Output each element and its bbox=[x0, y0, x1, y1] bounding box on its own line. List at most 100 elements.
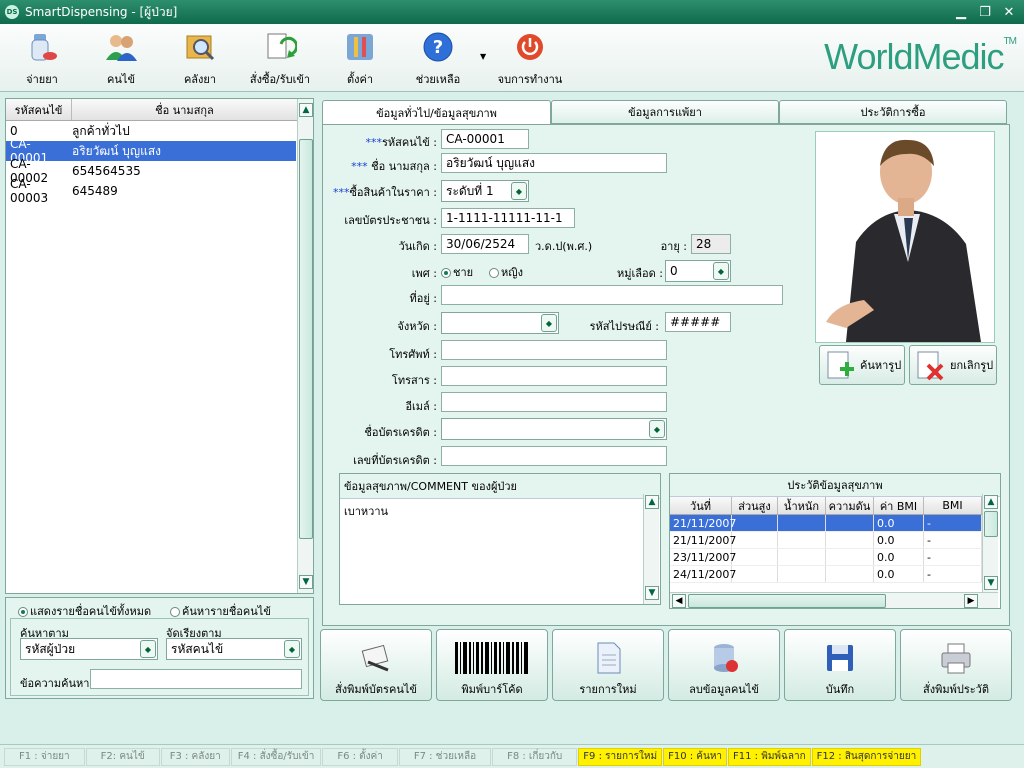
scroll-up-icon[interactable]: ▲ bbox=[984, 495, 998, 509]
chevron-updown-icon[interactable]: ◆ bbox=[541, 314, 557, 332]
comment-scrollbar[interactable]: ▲ ▼ bbox=[643, 494, 659, 604]
patient-portrait-image bbox=[816, 132, 994, 342]
column-bmi-value[interactable]: ค่า BMI bbox=[874, 497, 924, 514]
column-height[interactable]: ส่วนสูง bbox=[732, 497, 778, 514]
radio-icon bbox=[170, 607, 180, 617]
chevron-updown-icon[interactable]: ◆ bbox=[511, 182, 527, 200]
credit-card-name-combo[interactable]: ◆ bbox=[441, 418, 667, 440]
scroll-right-icon[interactable]: ▶ bbox=[964, 594, 978, 608]
toolbar-stock-button[interactable]: คลังยา bbox=[160, 30, 240, 88]
age-label: อายุ : bbox=[660, 240, 687, 253]
toolbar-settings-button[interactable]: ตั้งค่า bbox=[320, 30, 400, 88]
toolbar-order-button[interactable]: สั่งซื้อ/รับเข้า bbox=[240, 30, 320, 88]
price-level-label: ซื้อสินค้าในราคา : bbox=[349, 186, 437, 199]
shortcut-f4: F4 : สั่งซื้อ/รับเข้า bbox=[230, 747, 322, 766]
cancel-photo-button[interactable]: ยกเลิกรูป bbox=[909, 345, 997, 385]
status-bar: F1 : จ่ายยา F2: คนไข้ F3 : คลังยา F4 : ส… bbox=[0, 744, 1024, 768]
health-row[interactable]: 24/11/2007 0.0- bbox=[670, 566, 982, 583]
order-receive-icon bbox=[263, 30, 299, 64]
print-barcode-button[interactable]: พิมพ์บาร์โค้ด bbox=[436, 629, 548, 701]
health-row[interactable]: 21/11/2007 0.0- bbox=[670, 532, 982, 549]
close-icon[interactable]: ✕ bbox=[998, 2, 1020, 22]
birthdate-field[interactable]: 30/06/2524 bbox=[441, 234, 529, 254]
chevron-updown-icon[interactable]: ◆ bbox=[140, 640, 156, 658]
column-date[interactable]: วันที่ bbox=[670, 497, 732, 514]
blood-group-combo[interactable]: 0 ◆ bbox=[665, 260, 731, 282]
radio-selected-icon bbox=[18, 607, 28, 617]
address-field[interactable] bbox=[441, 285, 783, 305]
scroll-up-icon[interactable]: ▲ bbox=[299, 103, 313, 117]
chevron-updown-icon[interactable]: ◆ bbox=[649, 420, 665, 438]
name-label: ชื่อ นามสกุล : bbox=[367, 160, 437, 173]
email-field[interactable] bbox=[441, 392, 667, 412]
health-hscrollbar[interactable]: ◀ ▶ bbox=[670, 592, 998, 608]
column-weight[interactable]: น้ำหนัก bbox=[778, 497, 826, 514]
search-by-combo[interactable]: รหัสผู้ป่วย ◆ bbox=[20, 638, 158, 660]
help-dropdown-icon[interactable]: ▼ bbox=[480, 52, 486, 61]
scroll-thumb[interactable] bbox=[688, 594, 886, 608]
shortcut-f9: F9 : รายการใหม่ bbox=[578, 747, 663, 766]
column-patient-name[interactable]: ชื่อ นามสกุล bbox=[72, 99, 298, 120]
price-level-combo[interactable]: ระดับที่ 1 ◆ bbox=[441, 180, 529, 202]
comment-title: ข้อมูลสุขภาพ/COMMENT ของผู้ป่วย bbox=[340, 474, 660, 499]
app-icon[interactable]: DS bbox=[5, 5, 19, 19]
scroll-thumb[interactable] bbox=[984, 511, 998, 537]
gender-male-radio[interactable]: ชาย bbox=[441, 263, 473, 281]
fax-label: โทรสาร : bbox=[391, 374, 437, 387]
blood-group-label: หมู่เลือด : bbox=[617, 267, 663, 280]
tab-purchase-history[interactable]: ประวัติการซื้อ bbox=[779, 100, 1007, 124]
column-bmi[interactable]: BMI bbox=[924, 497, 982, 514]
patient-row[interactable]: CA-00003 645489 bbox=[6, 177, 296, 205]
postal-code-label: รหัสไปรษณีย์ : bbox=[589, 320, 659, 333]
save-disk-icon bbox=[822, 640, 858, 676]
scroll-down-icon[interactable]: ▼ bbox=[299, 575, 313, 589]
phone-field[interactable] bbox=[441, 340, 667, 360]
new-record-button[interactable]: รายการใหม่ bbox=[552, 629, 664, 701]
comment-textarea[interactable]: เบาหวาน bbox=[340, 499, 660, 523]
health-row[interactable]: 23/11/2007 0.0- bbox=[670, 549, 982, 566]
toolbar-help-button[interactable]: ? ช่วยเหลือ bbox=[398, 30, 478, 88]
barcode-icon bbox=[453, 640, 531, 676]
column-pressure[interactable]: ความดัน bbox=[826, 497, 874, 514]
print-history-button[interactable]: สั่งพิมพ์ประวัติ bbox=[900, 629, 1012, 701]
credit-card-no-label: เลขที่บัตรเครดิต : bbox=[353, 454, 437, 467]
keyword-input[interactable] bbox=[90, 669, 302, 689]
id-card-field[interactable]: 1-1111-11111-11-1 bbox=[441, 208, 575, 228]
health-row-selected[interactable]: 21/11/2007 0.0- bbox=[670, 515, 982, 532]
name-field[interactable]: อริยวัฒน์ บุญแสง bbox=[441, 153, 667, 173]
delete-patient-button[interactable]: ลบข้อมูลคนไข้ bbox=[668, 629, 780, 701]
scroll-up-icon[interactable]: ▲ bbox=[645, 495, 659, 509]
postal-code-field[interactable]: ##### bbox=[665, 312, 731, 332]
scroll-thumb[interactable] bbox=[299, 139, 313, 539]
scroll-left-icon[interactable]: ◀ bbox=[672, 594, 686, 608]
toolbar-dispense-button[interactable]: จ่ายยา bbox=[2, 30, 82, 88]
scroll-down-icon[interactable]: ▼ bbox=[984, 576, 998, 590]
patient-code-field[interactable]: CA-00001 bbox=[441, 129, 529, 149]
chevron-updown-icon[interactable]: ◆ bbox=[284, 640, 300, 658]
sort-by-combo[interactable]: รหัสคนไข้ ◆ bbox=[166, 638, 302, 660]
gender-female-radio[interactable]: หญิง bbox=[489, 263, 523, 281]
tab-general-health[interactable]: ข้อมูลทั่วไป/ข้อมูลสุขภาพ bbox=[322, 100, 551, 124]
fax-field[interactable] bbox=[441, 366, 667, 386]
shortcut-f2: F2: คนไข้ bbox=[85, 747, 160, 766]
patient-list: รหัสคนไข้ ชื่อ นามสกุล 0 ลูกค้าทั่วไป CA… bbox=[5, 98, 314, 594]
shortcut-f11: F11 : พิมพ์ฉลาก bbox=[728, 747, 811, 766]
scroll-down-icon[interactable]: ▼ bbox=[645, 586, 659, 600]
save-button[interactable]: บันทึก bbox=[784, 629, 896, 701]
patient-list-scrollbar[interactable]: ▲ ▼ bbox=[297, 99, 313, 593]
credit-card-no-field[interactable] bbox=[441, 446, 667, 466]
column-patient-code[interactable]: รหัสคนไข้ bbox=[6, 99, 72, 120]
title-bar: DS SmartDispensing - [ผู้ป่วย] ▁ ❐ ✕ bbox=[0, 0, 1024, 24]
find-photo-button[interactable]: ค้นหารูป bbox=[819, 345, 905, 385]
health-vscrollbar[interactable]: ▲ ▼ bbox=[982, 494, 998, 592]
tab-drug-allergy[interactable]: ข้อมูลการแพ้ยา bbox=[551, 100, 779, 124]
province-combo[interactable]: ◆ bbox=[441, 312, 559, 334]
restore-icon[interactable]: ❐ bbox=[974, 2, 996, 22]
print-patient-card-button[interactable]: สั่งพิมพ์บัตรคนไข้ bbox=[320, 629, 432, 701]
minimize-icon[interactable]: ▁ bbox=[950, 2, 972, 22]
toolbar-exit-button[interactable]: จบการทำงาน bbox=[490, 30, 570, 88]
chevron-updown-icon[interactable]: ◆ bbox=[713, 262, 729, 280]
toolbar-patients-button[interactable]: คนไข้ bbox=[81, 30, 161, 88]
health-history-title: ประวัติข้อมูลสุขภาพ bbox=[670, 474, 1000, 497]
shortcut-f12: F12 : สินสุดการจ่ายยา bbox=[811, 747, 922, 766]
